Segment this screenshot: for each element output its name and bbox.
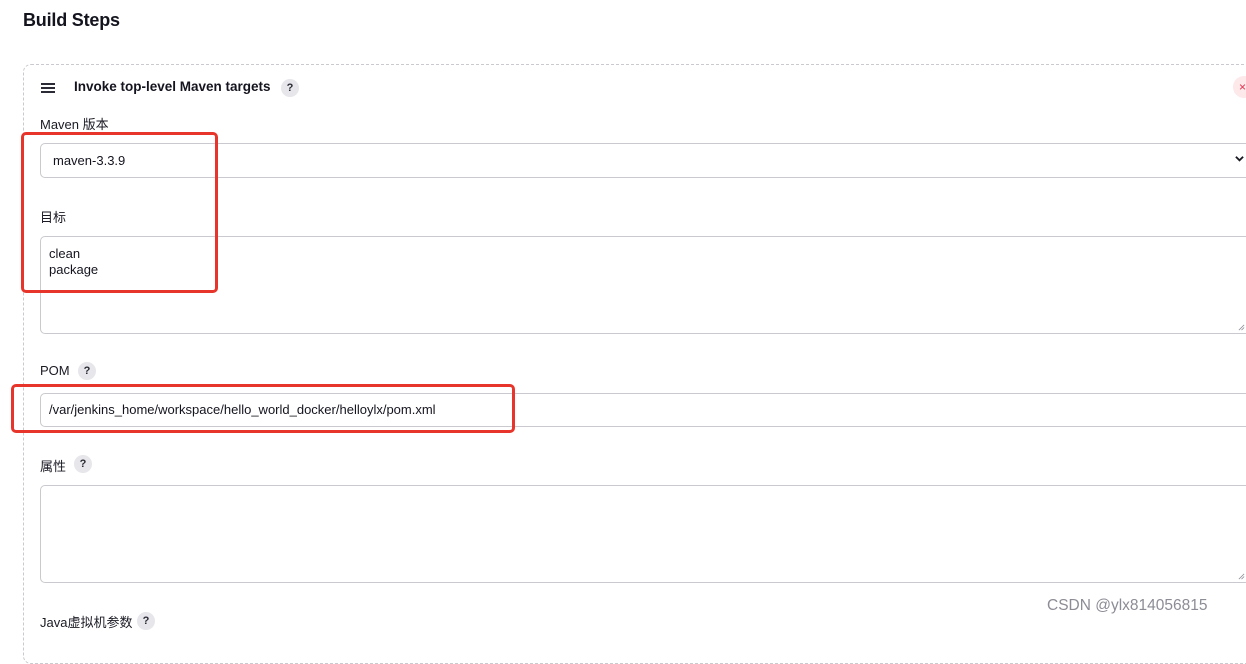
chevron-down-icon: [1235, 156, 1244, 162]
pom-help-icon[interactable]: ?: [78, 362, 96, 380]
step-title: Invoke top-level Maven targets: [74, 79, 271, 94]
maven-version-label: Maven 版本: [40, 117, 109, 132]
pom-label: POM: [40, 363, 70, 378]
step-help-icon[interactable]: ?: [281, 79, 299, 97]
maven-version-select[interactable]: maven-3.3.9: [40, 143, 1246, 178]
properties-textarea[interactable]: [40, 485, 1246, 583]
page-title: Build Steps: [23, 10, 120, 30]
goals-textarea[interactable]: clean package: [40, 236, 1246, 334]
resize-handle-icon[interactable]: [1238, 324, 1245, 331]
resize-handle-icon[interactable]: [1238, 573, 1245, 580]
annotation-highlight-box: [21, 132, 218, 293]
drag-handle-icon[interactable]: [41, 83, 55, 93]
annotation-highlight-box: [11, 384, 515, 433]
jvm-options-label: Java虚拟机参数: [40, 615, 133, 630]
properties-help-icon[interactable]: ?: [74, 455, 92, 473]
properties-label: 属性: [40, 459, 67, 474]
jvm-help-icon[interactable]: ?: [137, 612, 155, 630]
watermark: CSDN @ylx814056815: [1047, 597, 1208, 614]
